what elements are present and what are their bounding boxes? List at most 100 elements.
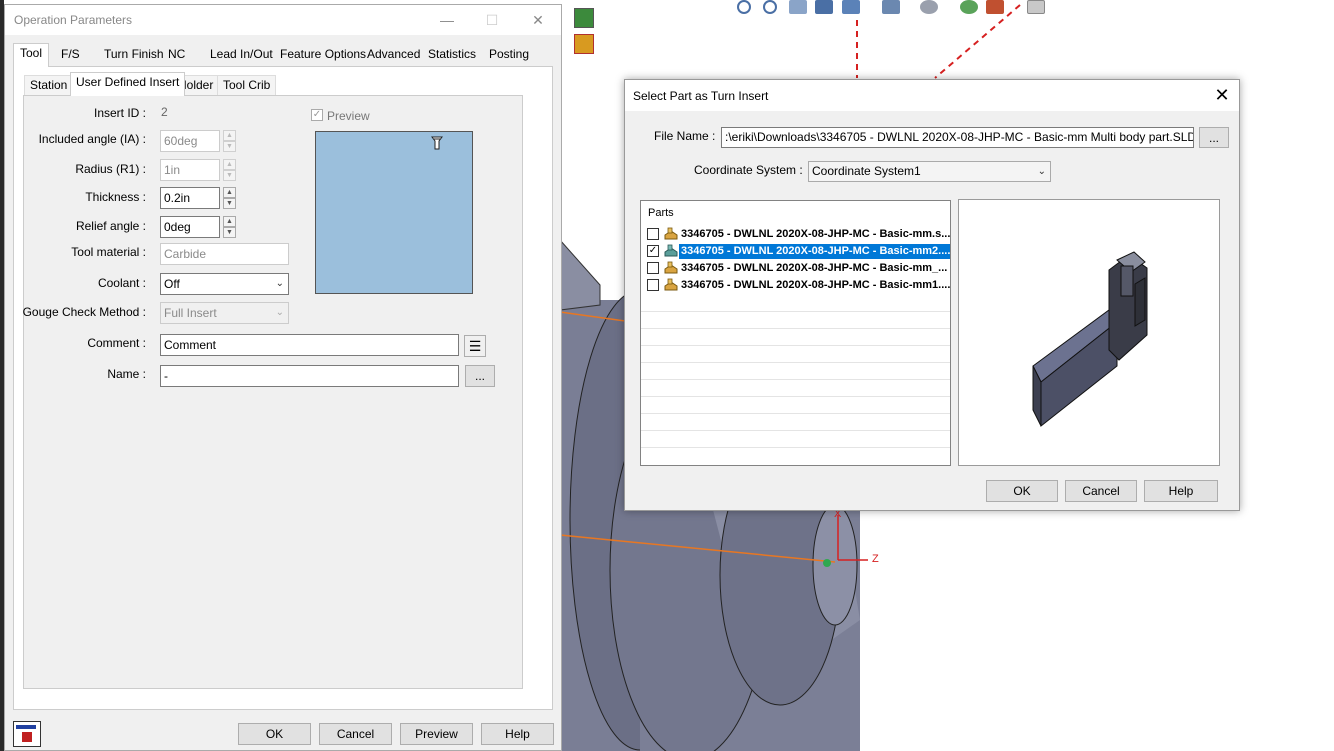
subtab-tool-crib[interactable]: Tool Crib: [217, 75, 277, 95]
edit-appearance-icon[interactable]: [960, 0, 978, 14]
hide-show-icon[interactable]: [920, 0, 938, 14]
minimize-icon[interactable]: —: [427, 9, 467, 31]
zoom-fit-icon[interactable]: [737, 0, 751, 14]
gouge-check-dropdown[interactable]: Full Insert ⌄: [160, 302, 289, 324]
parts-header: Parts: [648, 207, 674, 219]
dialog-titlebar[interactable]: Select Part as Turn Insert ✕: [625, 80, 1239, 111]
part-preview: [958, 199, 1220, 466]
name-field[interactable]: -: [160, 365, 459, 387]
thickness-field[interactable]: 0.2in: [160, 187, 220, 209]
list-item[interactable]: 3346705 - DWLNL 2020X-08-JHP-MC - Basic-…: [645, 260, 949, 277]
file-name-field[interactable]: :\eriki\Downloads\3346705 - DWLNL 2020X-…: [721, 127, 1194, 148]
list-item[interactable]: ✓ 3346705 - DWLNL 2020X-08-JHP-MC - Basi…: [645, 243, 951, 260]
close-icon[interactable]: ✕: [518, 9, 558, 31]
ok-button[interactable]: OK: [238, 723, 311, 745]
thickness-spinner[interactable]: ▲ ▼: [223, 187, 236, 209]
part-icon: [664, 244, 678, 257]
coolant-value: Off: [164, 277, 180, 291]
relief-angle-field[interactable]: 0deg: [160, 216, 220, 238]
tab-fs[interactable]: F/S: [55, 45, 86, 66]
divider: [641, 328, 950, 329]
cancel-button[interactable]: Cancel: [319, 723, 392, 745]
camworks-ops-icon[interactable]: [574, 34, 594, 54]
preview-checkbox-label: Preview: [327, 109, 370, 123]
parts-list[interactable]: Parts 3346705 - DWLNL 2020X-08-JHP-MC - …: [640, 200, 951, 466]
tab-advanced[interactable]: Advanced: [361, 45, 426, 66]
divider: [641, 413, 950, 414]
subtab-user-defined-insert[interactable]: User Defined Insert: [70, 72, 186, 96]
part-label: 3346705 - DWLNL 2020X-08-JHP-MC - Basic-…: [681, 262, 948, 274]
view-orientation-icon[interactable]: [842, 0, 860, 14]
part-icon: [664, 278, 678, 291]
menu-lines-icon: ☰: [468, 338, 482, 354]
relief-angle-spinner[interactable]: ▲ ▼: [223, 216, 236, 238]
gouge-check-value: Full Insert: [164, 306, 217, 320]
tab-feature-options[interactable]: Feature Options: [274, 45, 372, 66]
comment-menu-button[interactable]: ☰: [464, 335, 486, 357]
radius-spinner[interactable]: ▲ ▼: [223, 159, 236, 181]
gouge-check-label: Gouge Check Method :: [22, 305, 146, 319]
tool-tab-panel: Station User Defined Insert Holder Tool …: [13, 66, 553, 710]
tab-statistics[interactable]: Statistics: [422, 45, 482, 66]
coolant-label: Coolant :: [97, 276, 146, 290]
coordinate-system-dropdown[interactable]: Coordinate System1 ⌄: [808, 161, 1051, 182]
main-tabs: Tool F/S Turn Finish NC Lead In/Out Feat…: [13, 43, 553, 67]
divider: [641, 379, 950, 380]
divider: [641, 430, 950, 431]
part-checkbox[interactable]: [647, 262, 659, 274]
window-titlebar[interactable]: Operation Parameters — ☐ ✕: [5, 5, 561, 35]
dialog-help-button[interactable]: Help: [1144, 480, 1218, 502]
chevron-down-icon: ⌄: [275, 307, 284, 318]
thickness-label: Thickness :: [85, 190, 146, 204]
coordinate-system-value: Coordinate System1: [812, 164, 921, 178]
maximize-icon[interactable]: ☐: [472, 9, 512, 31]
dialog-cancel-button[interactable]: Cancel: [1065, 480, 1137, 502]
help-button[interactable]: Help: [481, 723, 554, 745]
tool-holder-preview: [1032, 251, 1148, 428]
chevron-down-icon: ⌄: [275, 278, 284, 289]
insert-glyph-icon: [431, 136, 443, 150]
view-settings-icon[interactable]: [1027, 0, 1045, 14]
zoom-area-icon[interactable]: [763, 0, 777, 14]
operation-parameters-window: Operation Parameters — ☐ ✕ Tool F/S Turn…: [4, 4, 562, 751]
subtab-station[interactable]: Station: [24, 75, 74, 95]
tab-posting[interactable]: Posting: [483, 45, 535, 66]
apply-scene-icon[interactable]: [986, 0, 1004, 14]
comment-field[interactable]: Comment: [160, 334, 459, 356]
list-item[interactable]: 3346705 - DWLNL 2020X-08-JHP-MC - Basic-…: [645, 277, 950, 294]
part-checkbox[interactable]: ✓: [647, 245, 659, 257]
list-item[interactable]: 3346705 - DWLNL 2020X-08-JHP-MC - Basic-…: [645, 226, 951, 243]
included-angle-field[interactable]: 60deg: [160, 130, 220, 152]
relief-angle-label: Relief angle :: [75, 219, 146, 233]
included-angle-spinner[interactable]: ▲ ▼: [223, 130, 236, 152]
name-browse-button[interactable]: ...: [465, 365, 495, 387]
tool-material-field[interactable]: Carbide: [160, 243, 289, 265]
file-name-label: File Name :: [654, 129, 716, 143]
part-checkbox[interactable]: [647, 279, 659, 291]
part-checkbox[interactable]: [647, 228, 659, 240]
window-title: Operation Parameters: [14, 13, 133, 27]
display-style-icon[interactable]: [882, 0, 900, 14]
section-view-icon[interactable]: [815, 0, 833, 14]
tab-lead-in-out[interactable]: Lead In/Out: [204, 45, 279, 66]
tool-subtabs: Station User Defined Insert Holder Tool …: [24, 72, 544, 96]
tool-material-label: Tool material :: [71, 245, 146, 259]
close-icon[interactable]: ✕: [1211, 84, 1233, 106]
file-browse-button[interactable]: ...: [1199, 127, 1229, 148]
dialog-ok-button[interactable]: OK: [986, 480, 1058, 502]
coolant-dropdown[interactable]: Off ⌄: [160, 273, 289, 295]
part-label: 3346705 - DWLNL 2020X-08-JHP-MC - Basic-…: [677, 243, 951, 260]
preview-button[interactable]: Preview: [400, 723, 473, 745]
preview-checkbox[interactable]: ✓: [311, 109, 323, 121]
tab-nc[interactable]: NC: [162, 45, 191, 66]
comment-label: Comment :: [87, 336, 146, 350]
tab-tool[interactable]: Tool: [13, 43, 49, 67]
divider: [641, 345, 950, 346]
camworks-tree-icon[interactable]: [574, 8, 594, 28]
previous-view-icon[interactable]: [789, 0, 807, 14]
included-angle-label: Included angle (IA) :: [38, 132, 146, 146]
coordinate-system-label: Coordinate System :: [694, 163, 803, 177]
radius-field[interactable]: 1in: [160, 159, 220, 181]
tab-turn-finish[interactable]: Turn Finish: [98, 45, 170, 66]
part-label: 3346705 - DWLNL 2020X-08-JHP-MC - Basic-…: [681, 228, 951, 240]
